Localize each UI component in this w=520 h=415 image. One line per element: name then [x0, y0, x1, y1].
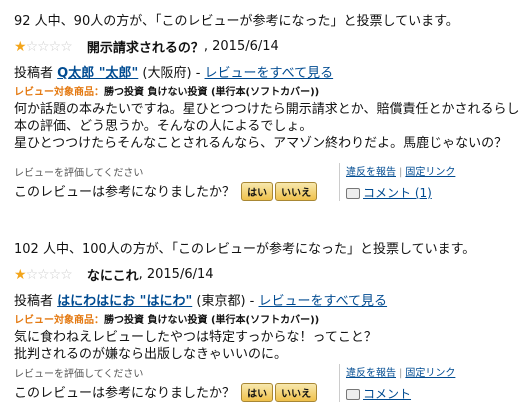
- link-separator: |: [399, 167, 403, 178]
- author-line: 投稿者 Q太郎 "太郎" (大阪府) - レビューをすべて見る: [14, 62, 333, 81]
- report-abuse-link[interactable]: 違反を報告: [346, 368, 396, 379]
- helpful-votes-text: 92 人中、90人の方が、「このレビューが参考になった」と投票しています。: [14, 14, 459, 29]
- review-title-row: ★☆☆☆☆ 開示請求されるの？, 2015/6/14: [14, 36, 279, 57]
- star-rating: ★☆☆☆☆: [14, 38, 73, 55]
- product-name: 勝つ投資 負けない投資 (単行本(ソフトカバー)): [104, 315, 320, 326]
- review-body-line: 何か話題の本みたいですね。星ひとつつけたら開示請求とか、賠償責任とかされるらしい…: [14, 102, 520, 117]
- all-reviews-link[interactable]: レビューをすべて見る: [258, 294, 387, 309]
- review-body: 気に食わねえレビューしたやつは特定すっからな！ってこと？ 批判されるのが嫌なら出…: [14, 329, 377, 363]
- author-label: 投稿者: [14, 294, 54, 309]
- author-location: (東京都) -: [196, 294, 259, 309]
- helpful-question: このレビューは参考になりましたか？ はい いいえ: [14, 382, 318, 402]
- helpful-question: このレビューは参考になりましたか？ はい いいえ: [14, 181, 318, 201]
- review-body-line: 気に食わねえレビューしたやつは特定すっからな！ってこと？: [14, 330, 377, 345]
- no-button[interactable]: いいえ: [275, 182, 318, 201]
- permalink-link[interactable]: 固定リンク: [405, 368, 455, 379]
- helpful-votes-text: 102 人中、100人の方が、「このレビューが参考になった」と投票しています。: [14, 242, 476, 257]
- review-actions: 違反を報告 | 固定リンク コメント (1): [339, 163, 516, 201]
- yes-button[interactable]: はい: [241, 182, 274, 201]
- no-button[interactable]: いいえ: [275, 383, 318, 402]
- product-name: 勝つ投資 負けない投資 (単行本(ソフトカバー)): [104, 87, 320, 98]
- link-separator: |: [399, 368, 403, 379]
- comment-link[interactable]: コメント (1): [363, 186, 432, 200]
- product-line: レビュー対象商品：勝つ投資 負けない投資 (単行本(ソフトカバー)): [14, 311, 319, 326]
- product-label: レビュー対象商品：: [14, 315, 104, 326]
- review-body-line: 本の評価、どう思うか。そんなの人によるでしょ。: [14, 119, 313, 134]
- helpful-question-text: このレビューは参考になりましたか？: [14, 185, 236, 200]
- review-body: 何か話題の本みたいですね。星ひとつつけたら開示請求とか、賠償責任とかされるらしい…: [14, 101, 520, 152]
- star-filled-icon: ★: [14, 266, 27, 283]
- author-name-link[interactable]: Q太郎 "太郎": [57, 66, 138, 81]
- star-rating: ★☆☆☆☆: [14, 266, 73, 283]
- helpful-question-text: このレビューは参考になりましたか？: [14, 386, 236, 401]
- permalink-link[interactable]: 固定リンク: [405, 167, 455, 178]
- star-empty-icon: ☆☆☆☆: [25, 38, 73, 55]
- review-date: , 2015/6/14: [138, 267, 214, 282]
- evaluate-label: レビューを評価してください: [14, 168, 144, 179]
- author-location: (大阪府) -: [142, 66, 205, 81]
- review-body-line: 批判されるのが嫌なら出版しなきゃいいのに。: [14, 347, 288, 362]
- author-line: 投稿者 はにわはにお "はにわ" (東京都) - レビューをすべて見る: [14, 290, 387, 309]
- comment-icon: [346, 188, 360, 199]
- yes-button[interactable]: はい: [241, 383, 274, 402]
- author-name-link[interactable]: はにわはにお "はにわ": [57, 294, 192, 309]
- comment-icon: [346, 389, 360, 400]
- author-label: 投稿者: [14, 66, 54, 81]
- review-title-row: ★☆☆☆☆ なにこれ, 2015/6/14: [14, 264, 214, 285]
- star-filled-icon: ★: [14, 38, 27, 55]
- review-actions: 違反を報告 | 固定リンク コメント: [339, 364, 516, 402]
- star-empty-icon: ☆☆☆☆: [25, 266, 73, 283]
- review-title: 開示請求されるの？: [86, 41, 204, 56]
- product-line: レビュー対象商品：勝つ投資 負けない投資 (単行本(ソフトカバー)): [14, 83, 319, 98]
- comment-link[interactable]: コメント: [363, 387, 411, 401]
- report-abuse-link[interactable]: 違反を報告: [346, 167, 396, 178]
- review-title: なにこれ: [86, 269, 139, 284]
- evaluate-label: レビューを評価してください: [14, 369, 144, 380]
- review-body-line: 星ひとつつけたらそんなことされるんなら、アマゾン終わりだよ。馬鹿じゃないの？: [14, 136, 508, 151]
- product-label: レビュー対象商品：: [14, 87, 104, 98]
- all-reviews-link[interactable]: レビューをすべて見る: [205, 66, 334, 81]
- review-date: , 2015/6/14: [203, 39, 279, 54]
